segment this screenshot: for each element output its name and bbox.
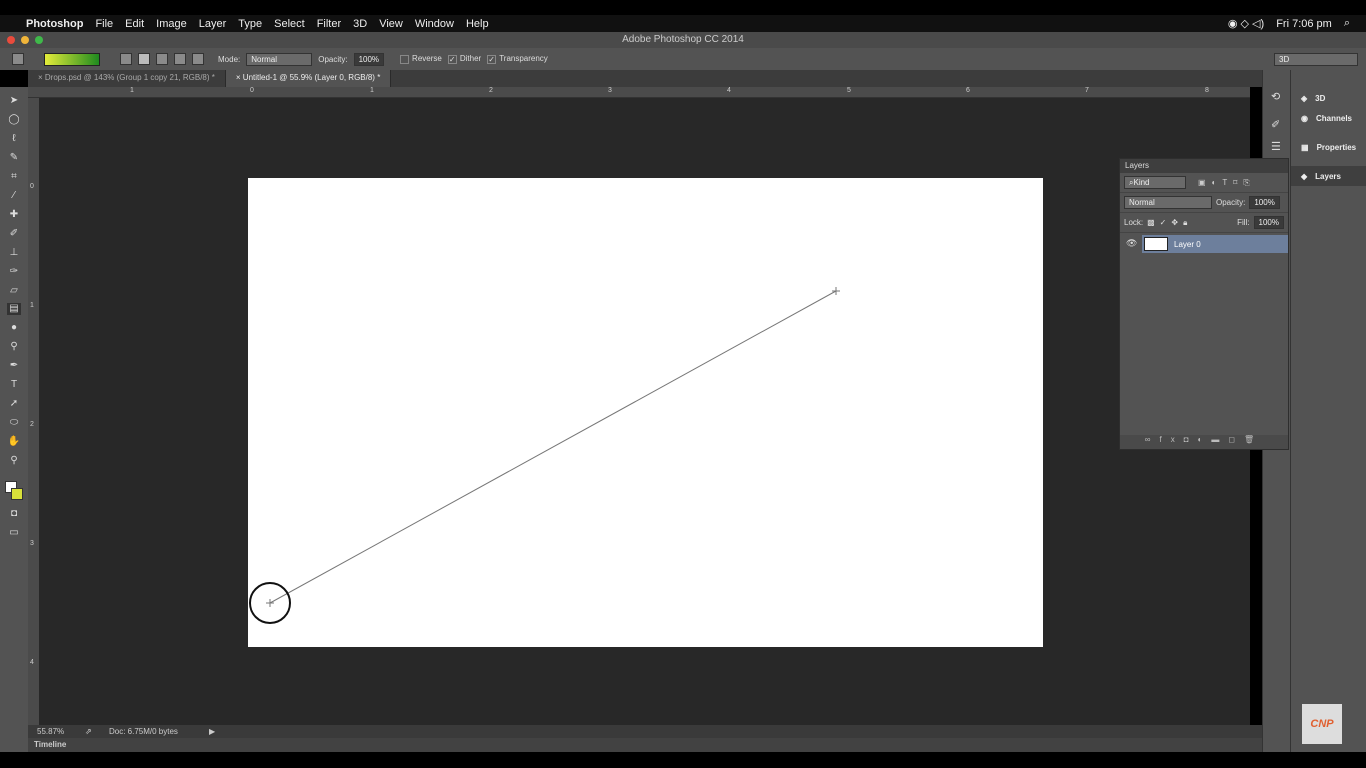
gradient-line	[269, 290, 837, 604]
layer-row[interactable]: 👁︎ Layer 0	[1120, 235, 1288, 253]
visibility-eye-icon[interactable]: 👁︎	[1126, 238, 1137, 249]
dock-properties[interactable]: ▦ Properties	[1291, 137, 1366, 157]
layers-panel: Layers ⌕Kind ▣◐T⌑⎘ Normal Opacity: 100% …	[1119, 158, 1289, 450]
layers-footer-icons[interactable]: ∞fx◘◐▬◻🗑︎	[1120, 435, 1288, 449]
share-icon[interactable]: ⇗	[85, 727, 109, 736]
adjustments-icon[interactable]: ☰	[1271, 140, 1281, 153]
lock-label: Lock:	[1124, 218, 1144, 227]
layers-icon: ◆	[1301, 171, 1308, 181]
opacity-label: Opacity:	[1216, 198, 1246, 207]
properties-icon: ▦	[1301, 142, 1309, 152]
fill-input[interactable]: 100%	[1253, 216, 1284, 229]
dock-channels[interactable]: ◉ Channels	[1291, 108, 1366, 128]
layer-opacity-input[interactable]: 100%	[1249, 196, 1280, 209]
fill-label: Fill:	[1237, 218, 1250, 227]
brush-presets-icon[interactable]: ✐	[1271, 118, 1280, 131]
channels-icon: ◉	[1301, 113, 1308, 123]
cube-icon: ◈	[1301, 93, 1308, 103]
blend-row: Normal Opacity: 100%	[1120, 193, 1288, 213]
layer-name[interactable]: Layer 0	[1174, 240, 1201, 249]
zoom-level[interactable]: 55.87%	[37, 727, 75, 736]
history-icon[interactable]: ⟲	[1271, 90, 1280, 103]
crosshair-start	[266, 599, 274, 607]
filter-kind-select[interactable]: ⌕Kind	[1124, 176, 1186, 189]
dock-3d[interactable]: ◈ 3D	[1291, 88, 1366, 108]
dock-layers[interactable]: ◆ Layers	[1291, 166, 1366, 186]
timeline-tab[interactable]: Timeline	[28, 738, 1262, 752]
status-bar: 55.87% ⇗ Doc: 6.75M/0 bytes ▶	[28, 725, 1262, 738]
panel-dock: ◈ 3D ◉ Channels ▦ Properties ◆ Layers	[1290, 70, 1366, 752]
layer-thumbnail	[1144, 237, 1168, 251]
blend-mode-select[interactable]: Normal	[1124, 196, 1212, 209]
lock-row: Lock: ▩✓✥🔒︎ Fill: 100%	[1120, 213, 1288, 233]
layer-filter-row: ⌕Kind ▣◐T⌑⎘	[1120, 173, 1288, 193]
doc-size: Doc: 6.75M/0 bytes	[109, 727, 178, 736]
lock-icons[interactable]: ▩✓✥🔒︎	[1147, 218, 1192, 228]
filter-icons[interactable]: ▣◐T⌑⎘	[1198, 178, 1256, 188]
layers-panel-title[interactable]: Layers	[1125, 161, 1149, 170]
status-menu-arrow[interactable]: ▶	[209, 727, 215, 736]
crosshair-end	[832, 287, 840, 295]
watermark-badge: CNP	[1302, 704, 1342, 744]
